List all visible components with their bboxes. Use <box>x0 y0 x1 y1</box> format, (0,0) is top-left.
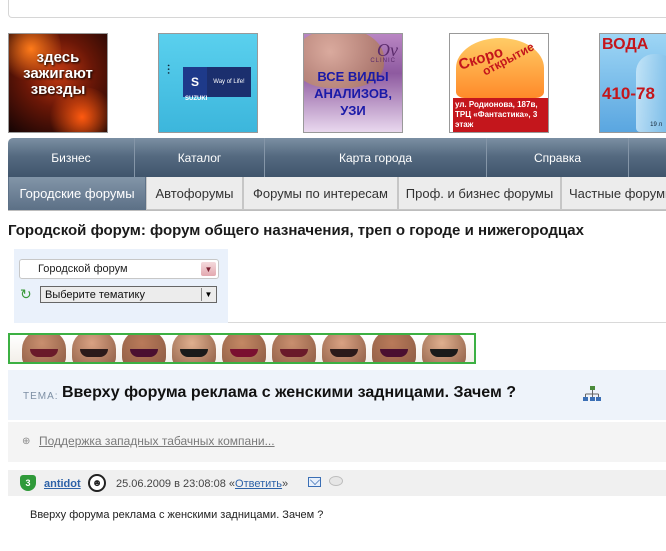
ad-figure-band <box>280 349 308 357</box>
ad-figure-band <box>380 349 408 357</box>
suzuki-slogan: Way of Life! <box>207 67 251 97</box>
banner-water[interactable]: ВОДА 410-78 19 л <box>599 33 666 133</box>
banner-opening[interactable]: Скоро открытие ул. Родионова, 187в, ТРЦ … <box>449 33 549 133</box>
suzuki-card: S Way of Life! <box>183 67 251 97</box>
water-phone: 410-78 <box>602 84 655 103</box>
ad-figure-band <box>130 349 158 357</box>
nav-city-map[interactable]: Карта города <box>265 138 487 178</box>
tab-city-forums[interactable]: Городские форумы <box>8 177 146 210</box>
related-topics: ⊕ Поддержка западных табачных компани... <box>8 422 666 462</box>
water-title: ВОДА <box>602 36 649 53</box>
forum-select-value: Городской форум <box>38 263 128 275</box>
divider <box>228 322 666 323</box>
rank-badge-icon: 3 <box>20 475 36 491</box>
post-body: Вверху форума реклама с женскими задница… <box>30 509 324 521</box>
ad-figure-band <box>80 349 108 357</box>
banner-stars-text: здесь зажигают звезды <box>23 49 93 98</box>
ad-strip-banner[interactable] <box>8 333 476 364</box>
forum-select[interactable]: Городской форум ▼ <box>19 259 219 279</box>
ad-figure-band <box>430 349 458 357</box>
banner-suzuki[interactable]: • • • S Way of Life! SUZUKI <box>158 33 258 133</box>
ad-figure-band <box>230 349 258 357</box>
plus-icon: ⊕ <box>22 436 31 447</box>
tab-business-forums[interactable]: Проф. и бизнес форумы <box>398 177 561 210</box>
topic-label: ТЕМА: <box>23 391 59 402</box>
tree-view-icon[interactable] <box>583 386 601 402</box>
mail-icon[interactable] <box>308 477 321 487</box>
reply-link[interactable]: Ответить <box>235 478 282 490</box>
post-date: 25.06.2009 в 23:08:08 «Ответить» <box>116 478 289 490</box>
banner-stars[interactable]: здесь зажигают звезды <box>8 33 108 133</box>
theme-select-value: Выберите тематику <box>45 288 145 301</box>
suzuki-brand: SUZUKI <box>185 96 208 102</box>
page-title: Городской форум: форум общего назначения… <box>8 222 584 239</box>
water-tiny: 19 л <box>650 122 662 128</box>
ad-figure-band <box>180 349 208 357</box>
comment-bubble-icon[interactable] <box>329 476 343 486</box>
chevron-down-icon[interactable]: ▼ <box>201 262 216 276</box>
clinic-label: CLINIC <box>370 58 396 64</box>
post-header: 3 antidot ☻ 25.06.2009 в 23:08:08 «Ответ… <box>8 470 666 496</box>
suzuki-logo-icon: S <box>183 67 207 97</box>
banner-clinic[interactable]: Ov CLINIC ВСЕ ВИДЫ АНАЛИЗОВ, УЗИ <box>303 33 403 133</box>
tab-private-forums[interactable]: Частные форумы <box>561 177 666 210</box>
nav-catalog[interactable]: Каталог <box>135 138 265 178</box>
tab-auto-forums[interactable]: Автофорумы <box>146 177 243 210</box>
opening-address: ул. Родионова, 187в, ТРЦ «Фантастика», 3… <box>453 98 548 132</box>
nav-help[interactable]: Справка <box>487 138 629 178</box>
top-frame <box>8 0 666 18</box>
topic-title: Вверху форума реклама с женскими задница… <box>62 384 517 401</box>
top-strip <box>0 0 666 19</box>
nav-more[interactable] <box>629 138 666 178</box>
chevron-down-icon[interactable]: ▼ <box>201 288 215 301</box>
smiley-avatar-icon[interactable]: ☻ <box>88 474 106 492</box>
refresh-icon[interactable]: ↻ <box>20 287 34 301</box>
related-topic-link[interactable]: Поддержка западных табачных компани... <box>39 434 275 448</box>
forum-selector-box: Городской форум ▼ ↻ Выберите тематику ▼ <box>14 249 228 323</box>
tab-interest-forums[interactable]: Форумы по интересам <box>243 177 398 210</box>
post-date-value: 25.06.2009 в 23:08:08 <box>116 478 226 490</box>
post-author-link[interactable]: antidot <box>44 478 81 490</box>
ad-figure-band <box>30 349 58 357</box>
nav-business[interactable]: Бизнес <box>8 138 135 178</box>
banner-suzuki-vertical: • • • <box>167 64 173 74</box>
clinic-text: ВСЕ ВИДЫ АНАЛИЗОВ, УЗИ <box>314 69 392 118</box>
topic-header: ТЕМА: Вверху форума реклама с женскими з… <box>8 370 666 420</box>
forum-tabs: Городские форумы Автофорумы Форумы по ин… <box>8 177 666 211</box>
ad-figure-band <box>330 349 358 357</box>
theme-select[interactable]: Выберите тематику ▼ <box>40 286 217 303</box>
main-nav: Бизнес Каталог Карта города Справка <box>8 138 666 178</box>
